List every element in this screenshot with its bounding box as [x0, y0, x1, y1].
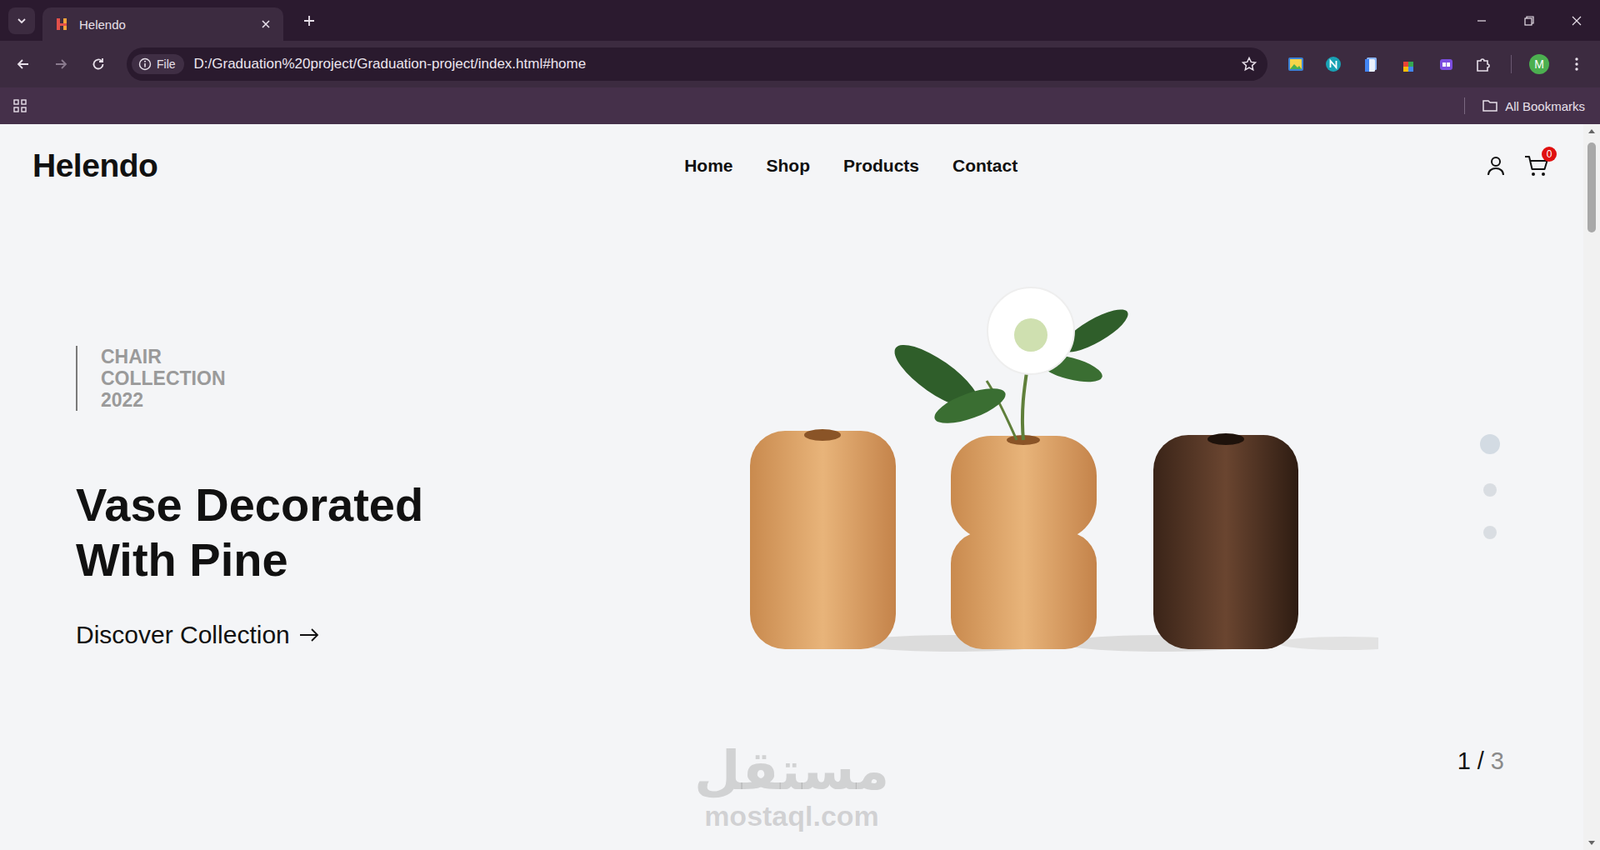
puzzle-icon: [1474, 55, 1493, 74]
arrow-right-icon: [298, 626, 320, 644]
extension-button[interactable]: [1318, 49, 1349, 80]
extension-button[interactable]: [1355, 49, 1386, 80]
slide-counter-row: 1/3: [0, 724, 1584, 775]
apps-button[interactable]: [10, 95, 30, 116]
close-icon: [1570, 15, 1583, 27]
hero-title-line: With Pine: [75, 532, 745, 588]
bookmarks-bar: All Bookmarks: [0, 87, 1600, 125]
cta-label: Discover Collection: [75, 620, 290, 650]
site-info-chip[interactable]: File: [131, 54, 185, 75]
slide-counter: 1/3: [1457, 747, 1505, 775]
new-tab-button[interactable]: [296, 8, 322, 34]
collection-label-line: COLLECTION: [100, 367, 745, 390]
star-icon[interactable]: [1240, 55, 1258, 73]
toolbar: File D:/Graduation%20project/Graduation-p…: [0, 40, 1600, 88]
more-vertical-icon: [1568, 55, 1585, 73]
menu-button[interactable]: [1561, 49, 1592, 80]
slide-dots: [1480, 207, 1500, 725]
all-bookmarks-folder[interactable]: All Bookmarks: [1481, 98, 1585, 114]
product-photo: [745, 285, 1379, 652]
site-logo[interactable]: Helendo: [32, 147, 158, 185]
page-viewport: Helendo Home Shop Products Contact 0 CHAIRCOLL…: [0, 124, 1600, 850]
info-icon: [138, 57, 152, 71]
cart-button[interactable]: 0: [1523, 153, 1550, 179]
close-tab-icon[interactable]: [260, 18, 272, 30]
profile-avatar: M: [1529, 54, 1550, 75]
plus-icon: [302, 14, 316, 28]
minimize-button[interactable]: [1457, 0, 1505, 41]
main-nav: Home Shop Products Contact: [157, 155, 1485, 176]
folder-icon: [1481, 98, 1499, 114]
purple-extension-icon: [1436, 55, 1455, 74]
scrollbar[interactable]: [1583, 124, 1600, 850]
watermark-latin: mostaql.com: [704, 800, 880, 832]
nav-link[interactable]: Home: [684, 155, 733, 176]
browser-window: Helendo File D:/Graduation%20project/Gradu…: [0, 0, 1600, 850]
hero-text: CHAIRCOLLECTION2022 Vase DecoratedWith Pi…: [75, 207, 745, 725]
header-actions: 0: [1484, 153, 1550, 179]
profile-button[interactable]: M: [1524, 49, 1555, 80]
watermark: مستقلmostaql.com: [694, 741, 890, 832]
close-window-button[interactable]: [1552, 0, 1600, 41]
color-extension-icon: [1399, 55, 1418, 74]
hero-title-line: Vase Decorated: [75, 477, 745, 533]
forward-arrow-icon: [52, 55, 70, 73]
scroll-down-icon[interactable]: [1583, 836, 1600, 850]
collection-label-line: 2022: [100, 389, 745, 411]
web-page: Helendo Home Shop Products Contact 0 CHAIRCOLL…: [0, 124, 1584, 850]
hero-slider: CHAIRCOLLECTION2022 Vase DecoratedWith Pi…: [0, 207, 1584, 725]
current-slide: 1: [1457, 747, 1471, 775]
tab-strip: Helendo: [0, 0, 1600, 41]
window-controls: [1457, 0, 1600, 41]
toolbar-separator: [1510, 55, 1512, 74]
image-extension-icon: [1286, 55, 1305, 74]
collection-label: CHAIRCOLLECTION2022: [75, 345, 745, 411]
hero-title: Vase DecoratedWith Pine: [75, 477, 745, 588]
slide-dot[interactable]: [1483, 525, 1497, 540]
nav-link[interactable]: Products: [843, 155, 920, 176]
user-icon[interactable]: [1484, 154, 1508, 178]
site-header: Helendo Home Shop Products Contact 0: [0, 124, 1584, 208]
minimize-icon: [1475, 15, 1488, 27]
url-text: D:/Graduation%20project/Graduation-proje…: [194, 55, 1231, 73]
watermark-arabic: مستقل: [694, 741, 890, 800]
all-bookmarks-label: All Bookmarks: [1505, 99, 1585, 114]
address-bar[interactable]: File D:/Graduation%20project/Graduation-p…: [126, 47, 1268, 81]
discover-collection-link[interactable]: Discover Collection: [75, 620, 320, 650]
scheme-label: File: [156, 57, 176, 71]
reload-icon: [90, 55, 107, 73]
hero-image-column: [745, 207, 1379, 725]
total-slides: 3: [1490, 747, 1505, 775]
tab-title: Helendo: [79, 17, 250, 32]
extension-button[interactable]: [1393, 49, 1424, 80]
extension-button[interactable]: [1430, 49, 1461, 80]
restore-icon: [1523, 15, 1535, 27]
forward-button[interactable]: [45, 49, 76, 80]
chevron-down-icon: [15, 14, 29, 28]
teal-extension-icon: [1324, 55, 1343, 74]
reload-button[interactable]: [83, 49, 114, 80]
tab-search-button[interactable]: [8, 7, 35, 35]
nav-link[interactable]: Contact: [952, 155, 1018, 176]
favicon-icon: [54, 16, 70, 32]
apps-grid-icon: [11, 97, 29, 115]
bookmarks-separator: [1464, 97, 1465, 115]
cart-count-badge: 0: [1541, 146, 1557, 162]
extensions-button[interactable]: [1468, 49, 1499, 80]
back-button[interactable]: [8, 49, 39, 80]
scroll-up-icon[interactable]: [1583, 124, 1600, 138]
extension-button[interactable]: [1280, 49, 1311, 80]
back-arrow-icon: [15, 55, 32, 73]
slide-dot[interactable]: [1480, 434, 1500, 455]
collection-label-line: CHAIR: [100, 345, 745, 368]
slide-dot[interactable]: [1483, 483, 1497, 497]
restore-button[interactable]: [1505, 0, 1553, 41]
scroll-thumb[interactable]: [1587, 142, 1596, 233]
counter-separator: /: [1477, 747, 1485, 775]
document-extension-icon: [1361, 55, 1380, 74]
browser-tab[interactable]: Helendo: [42, 7, 284, 41]
nav-link[interactable]: Shop: [766, 155, 811, 176]
